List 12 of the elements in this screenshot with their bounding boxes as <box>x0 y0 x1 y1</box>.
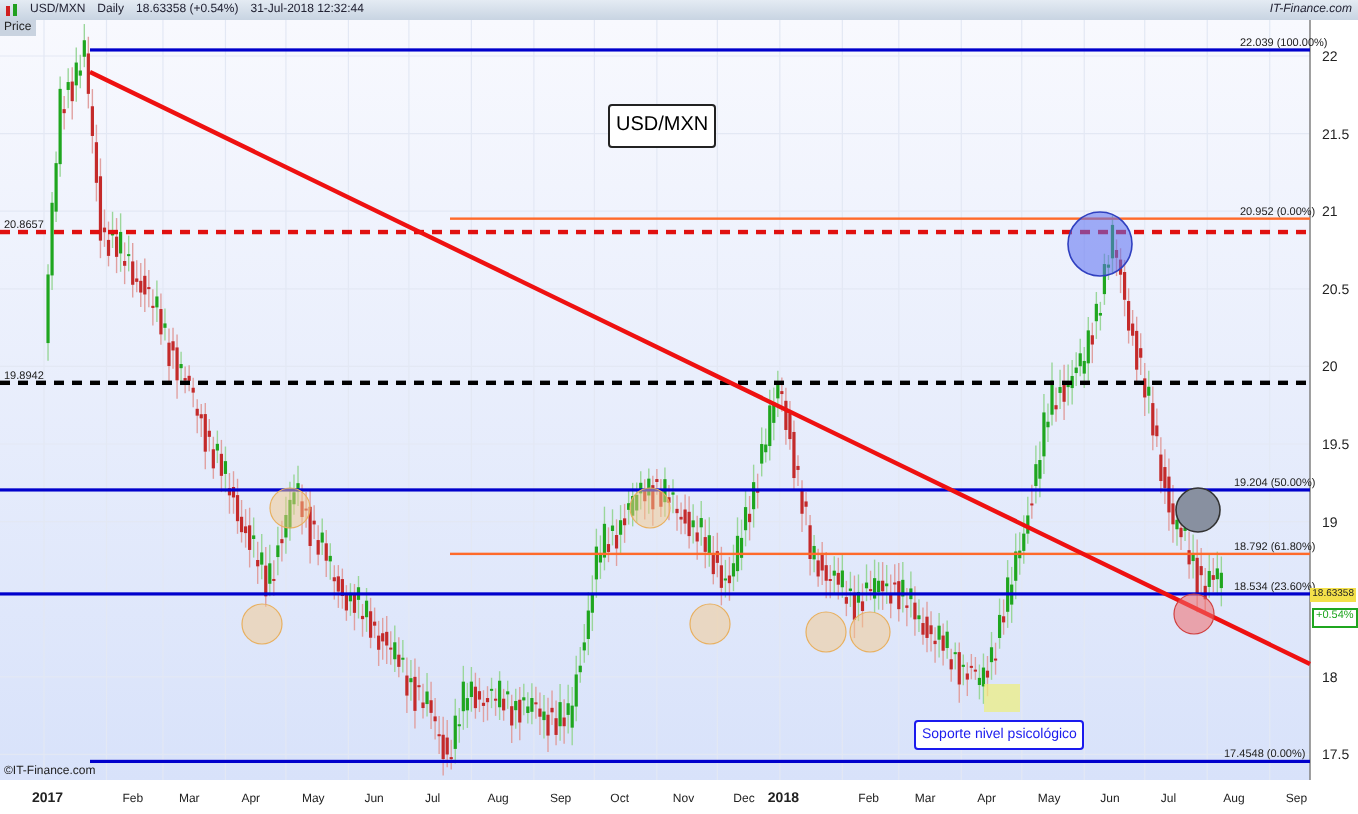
candlestick-icon <box>6 3 18 17</box>
highlight-circle <box>805 611 847 653</box>
highlight-circle <box>849 611 891 653</box>
chart-title: USD/MXN <box>608 104 717 148</box>
highlight-circle <box>1173 593 1215 635</box>
highlight-circle <box>1067 211 1133 277</box>
highlight-circle <box>1175 487 1221 533</box>
highlight-box <box>984 684 1020 712</box>
highlight-circle <box>269 487 311 529</box>
highlight-circle <box>629 487 671 529</box>
highlight-circle <box>241 603 283 645</box>
highlight-circle <box>689 603 731 645</box>
